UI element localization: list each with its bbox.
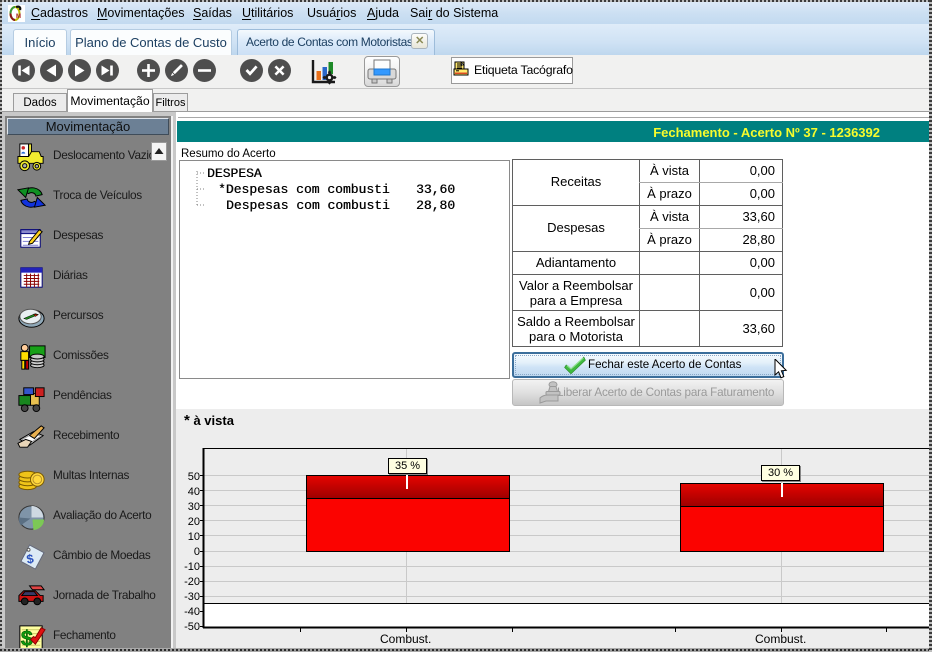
svg-text:M: M [16, 14, 21, 20]
